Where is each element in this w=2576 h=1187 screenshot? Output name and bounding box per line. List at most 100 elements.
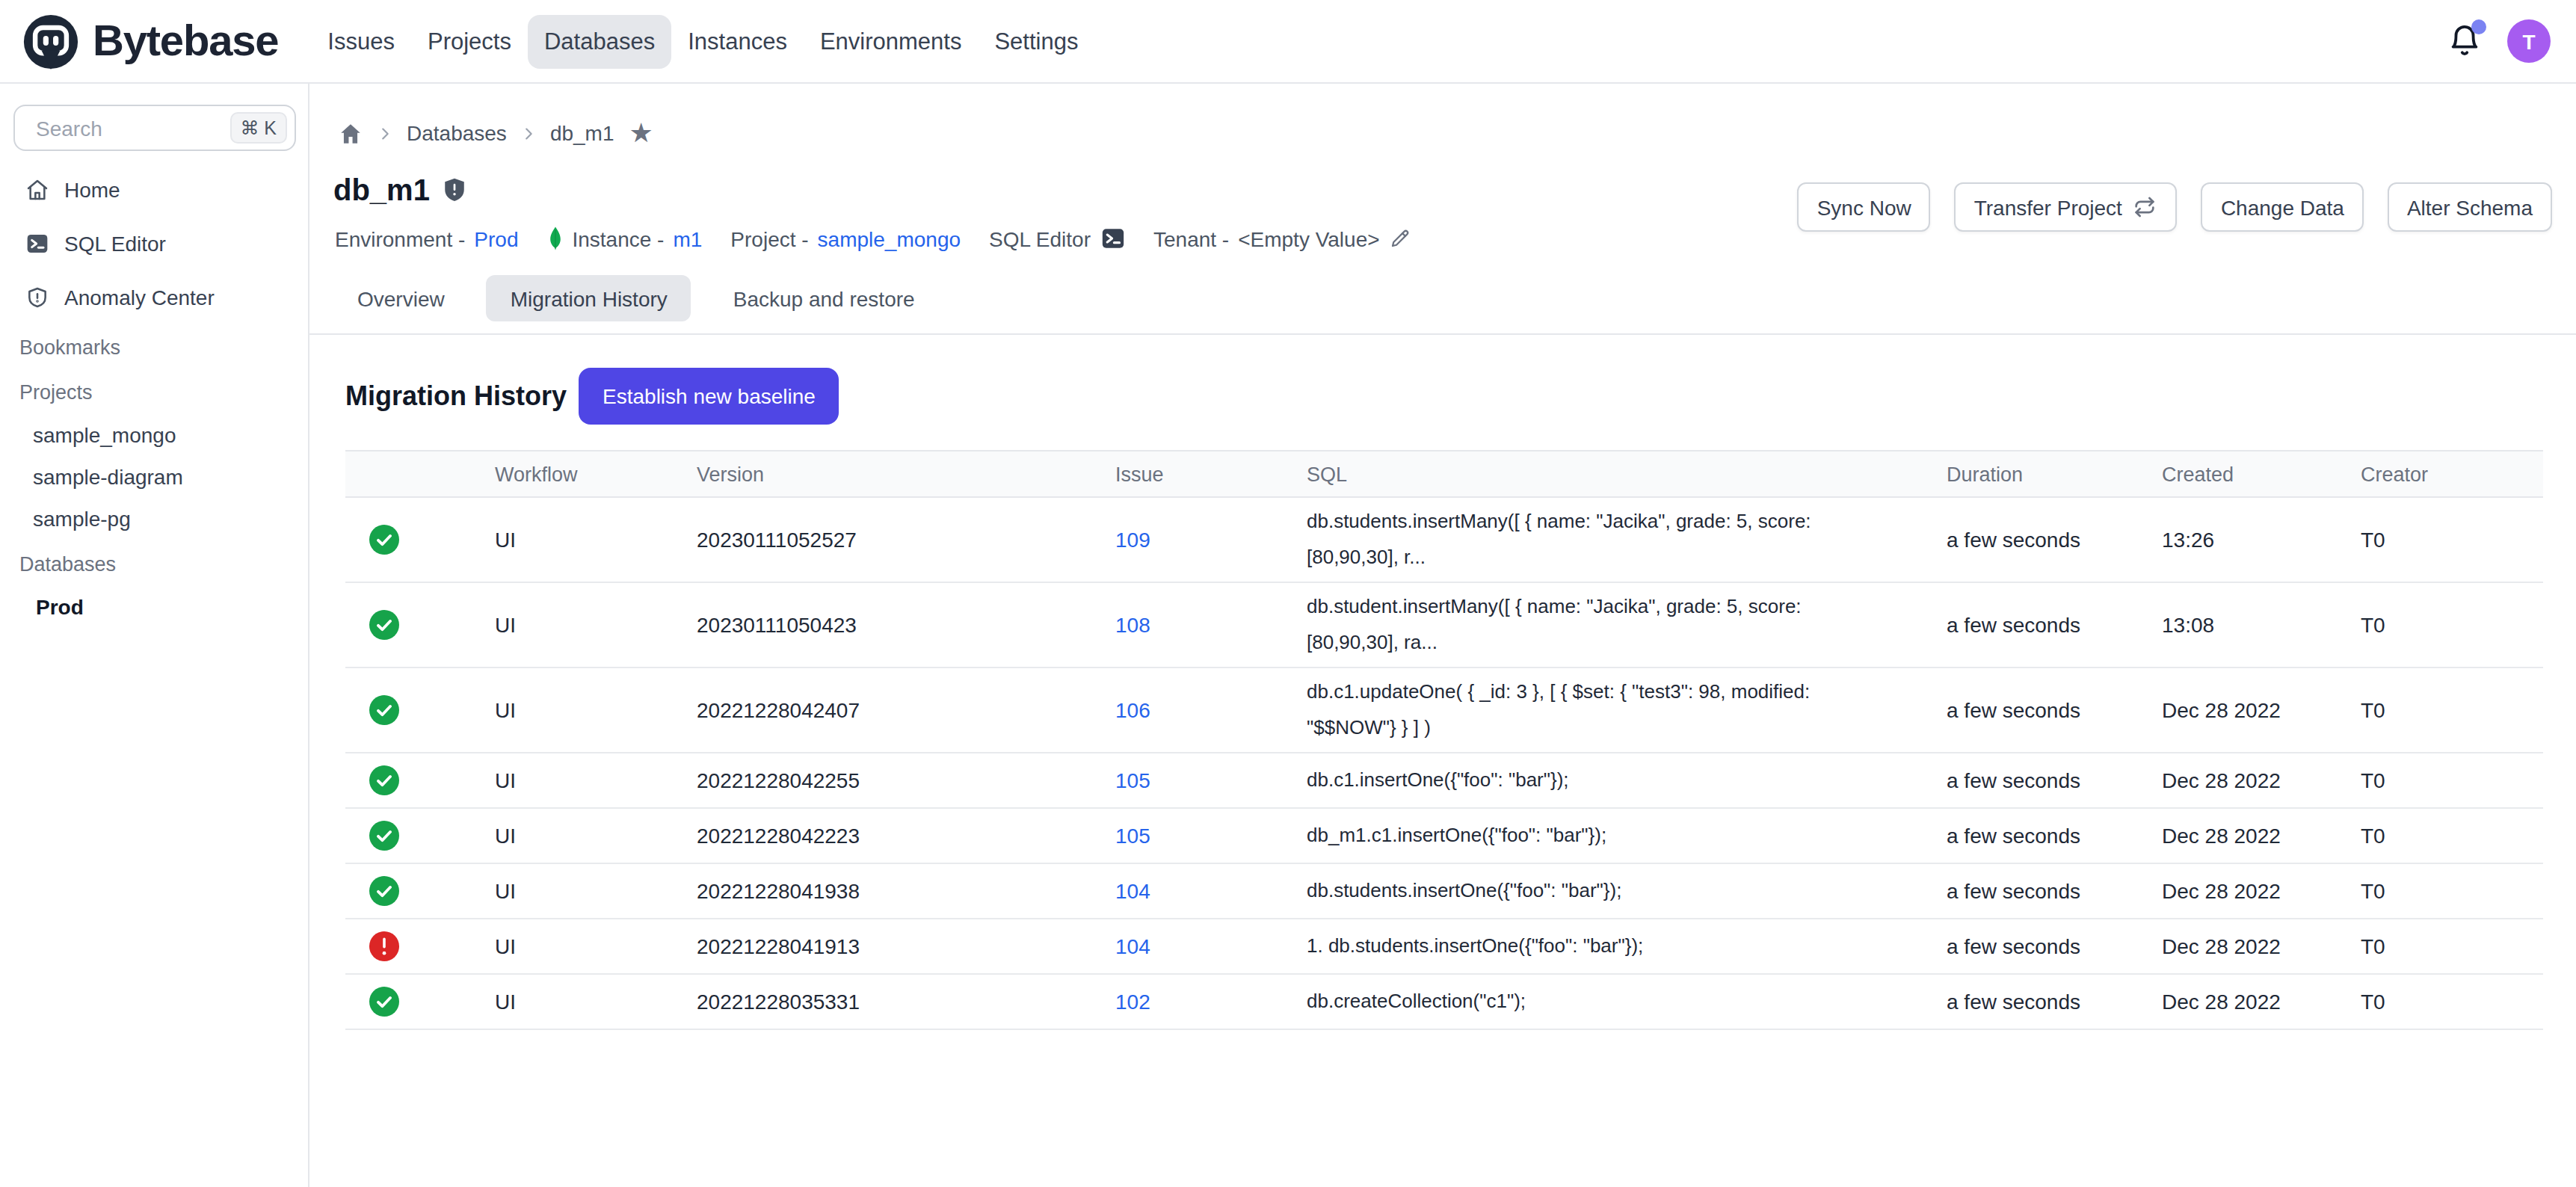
breadcrumb-db-m1[interactable]: db_m1: [550, 121, 614, 145]
section-title: Migration History: [345, 380, 567, 412]
bookmark-star-icon[interactable]: ★: [629, 120, 653, 147]
migration-row[interactable]: UI20221228042407106db.c1.updateOne( { _i…: [345, 668, 2543, 753]
mongodb-leaf-icon: [546, 226, 563, 251]
nav-settings[interactable]: Settings: [978, 14, 1094, 68]
change-data-button[interactable]: Change Data: [2201, 182, 2364, 232]
status-cell: [345, 931, 495, 961]
migration-row[interactable]: UI20221228042223105db_m1.c1.insertOne({"…: [345, 809, 2543, 864]
col-created: Created: [2162, 463, 2361, 485]
migration-row[interactable]: UI20221228042255105db.c1.insertOne({"foo…: [345, 753, 2543, 809]
version-cell: 20221228035331: [697, 990, 1115, 1014]
tenant-label: Tenant -: [1153, 226, 1229, 250]
migration-history-header: Migration History Establish new baseline: [345, 368, 839, 425]
sidebar-project-sample-diagram[interactable]: sample-diagram: [0, 456, 308, 498]
establish-baseline-button[interactable]: Establish new baseline: [579, 368, 839, 425]
status-cell: [345, 610, 495, 640]
migration-row[interactable]: UI20221228041938104db.students.insertOne…: [345, 864, 2543, 919]
sidebar-project-sample-pg[interactable]: sample-pg: [0, 498, 308, 540]
sidebar-project-sample-mongo[interactable]: sample_mongo: [0, 414, 308, 456]
duration-cell: a few seconds: [1947, 613, 2162, 637]
environment-label: Environment -: [335, 226, 465, 250]
failed-icon: [369, 931, 399, 961]
issue-link[interactable]: 105: [1115, 824, 1307, 848]
col-creator: Creator: [2361, 463, 2543, 485]
transfer-project-button[interactable]: Transfer Project: [1955, 182, 2178, 232]
duration-cell: a few seconds: [1947, 879, 2162, 903]
tenant-value: <Empty Value>: [1238, 226, 1379, 250]
shield-protect-icon: [442, 176, 469, 203]
issue-link[interactable]: 109: [1115, 528, 1307, 552]
nav-projects[interactable]: Projects: [411, 14, 528, 68]
created-cell: Dec 28 2022: [2162, 879, 2361, 903]
sync-now-button[interactable]: Sync Now: [1798, 182, 1931, 232]
created-cell: Dec 28 2022: [2162, 990, 2361, 1014]
avatar[interactable]: T: [2507, 19, 2551, 63]
creator-cell: T0: [2361, 698, 2543, 722]
tab-migration-history[interactable]: Migration History: [487, 275, 691, 321]
alter-schema-button[interactable]: Alter Schema: [2388, 182, 2552, 232]
instance-link[interactable]: m1: [673, 226, 702, 250]
sidebar-item-home[interactable]: Home: [0, 163, 308, 217]
migration-row[interactable]: UI20230111052527109db.students.insertMan…: [345, 498, 2543, 583]
issue-link[interactable]: 102: [1115, 990, 1307, 1014]
notification-dot: [2471, 19, 2486, 34]
version-cell: 20221228041938: [697, 879, 1115, 903]
tab-backup-and-restore[interactable]: Backup and restore: [709, 275, 939, 321]
migration-row[interactable]: UI20230111050423108db.student.insertMany…: [345, 583, 2543, 668]
version-cell: 20221228042407: [697, 698, 1115, 722]
tab-overview[interactable]: Overview: [333, 275, 469, 321]
creator-cell: T0: [2361, 990, 2543, 1014]
notifications-button[interactable]: [2447, 24, 2482, 58]
environment-link[interactable]: Prod: [474, 226, 518, 250]
sql-cell: db.students.insertOne({"foo": "bar"});: [1307, 873, 1947, 909]
workflow-cell: UI: [495, 768, 697, 792]
meta-sql-editor: SQL Editor: [989, 226, 1125, 251]
nav-right: T: [2447, 19, 2576, 63]
creator-cell: T0: [2361, 879, 2543, 903]
meta-tenant: Tenant - <Empty Value>: [1153, 226, 1411, 250]
search-input[interactable]: [36, 116, 229, 140]
sql-cell: db.c1.updateOne( { _id: 3 }, [ { $set: {…: [1307, 674, 1947, 746]
shield-alert-icon: [25, 286, 49, 309]
sql-cell: db_m1.c1.insertOne({"foo": "bar"});: [1307, 818, 1947, 854]
duration-cell: a few seconds: [1947, 698, 2162, 722]
breadcrumb-databases[interactable]: Databases: [407, 121, 507, 145]
nav-instances[interactable]: Instances: [671, 14, 804, 68]
issue-link[interactable]: 105: [1115, 768, 1307, 792]
workflow-cell: UI: [495, 990, 697, 1014]
issue-link[interactable]: 104: [1115, 879, 1307, 903]
nav-environments[interactable]: Environments: [804, 14, 979, 68]
issue-link[interactable]: 104: [1115, 934, 1307, 958]
search-box[interactable]: ⌘ K: [13, 105, 296, 151]
duration-cell: a few seconds: [1947, 990, 2162, 1014]
created-cell: Dec 28 2022: [2162, 934, 2361, 958]
workflow-cell: UI: [495, 613, 697, 637]
tab-divider: [309, 333, 2576, 335]
search-shortcut: ⌘ K: [229, 112, 287, 144]
issue-link[interactable]: 106: [1115, 698, 1307, 722]
success-icon: [369, 765, 399, 795]
top-navbar: Bytebase Issues Projects Databases Insta…: [0, 0, 2576, 84]
edit-pencil-icon[interactable]: [1389, 227, 1411, 250]
home-icon: [25, 178, 49, 202]
sidebar-database-prod[interactable]: Prod: [0, 586, 308, 628]
sql-editor-icon[interactable]: [1100, 226, 1125, 251]
project-link[interactable]: sample_mongo: [818, 226, 961, 250]
sidebar-item-anomaly-center[interactable]: Anomaly Center: [0, 271, 308, 324]
migration-row[interactable]: UI202212280419131041. db.students.insert…: [345, 919, 2543, 975]
nav-issues[interactable]: Issues: [311, 14, 411, 68]
home-breadcrumb-icon[interactable]: [338, 120, 363, 146]
sidebar-item-sql-editor[interactable]: SQL Editor: [0, 217, 308, 271]
sidebar-item-label: Anomaly Center: [64, 286, 215, 309]
migration-row[interactable]: UI20221228035331102db.createCollection("…: [345, 975, 2543, 1030]
issue-link[interactable]: 108: [1115, 613, 1307, 637]
table-header: Workflow Version Issue SQL Duration Crea…: [345, 450, 2543, 498]
bytebase-logo[interactable]: Bytebase: [0, 13, 278, 70]
version-cell: 20221228042255: [697, 768, 1115, 792]
nav-databases[interactable]: Databases: [528, 14, 671, 68]
created-cell: 13:26: [2162, 528, 2361, 552]
success-icon: [369, 821, 399, 851]
sql-cell: 1. db.students.insertOne({"foo": "bar"})…: [1307, 928, 1947, 964]
workflow-cell: UI: [495, 879, 697, 903]
col-workflow: Workflow: [495, 463, 697, 485]
